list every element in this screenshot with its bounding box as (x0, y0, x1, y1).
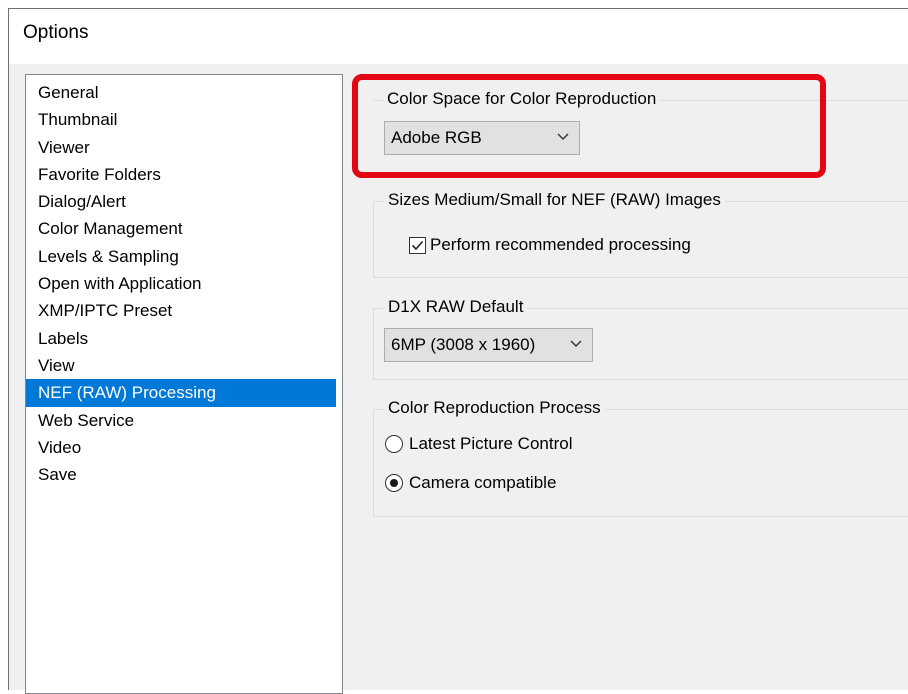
d1x-value: 6MP (3008 x 1960) (391, 335, 536, 354)
title-bar-top-line (9, 8, 908, 9)
sidebar-item-thumbnail[interactable]: Thumbnail (26, 106, 342, 133)
camera-compatible-radio[interactable]: Camera compatible (385, 473, 556, 493)
sidebar-item-levels-sampling[interactable]: Levels & Sampling (26, 243, 342, 270)
d1x-raw-default-dropdown[interactable]: 6MP (3008 x 1960) (384, 328, 593, 362)
sidebar-item-favorite-folders[interactable]: Favorite Folders (26, 161, 342, 188)
sidebar-item-web-service[interactable]: Web Service (26, 407, 342, 434)
chevron-down-icon (570, 340, 582, 347)
checkbox-box[interactable] (409, 236, 426, 254)
chevron-down-icon (557, 133, 569, 140)
checkbox-label: Perform recommended processing (430, 235, 691, 254)
radio-button[interactable] (385, 435, 403, 453)
sidebar-item-general[interactable]: General (26, 79, 342, 106)
options-content: General Thumbnail Viewer Favorite Folder… (9, 64, 908, 694)
color-space-dropdown[interactable]: Adobe RGB (384, 121, 580, 155)
sidebar-item-nef-raw-processing[interactable]: NEF (RAW) Processing (26, 379, 336, 407)
sidebar-item-view[interactable]: View (26, 352, 342, 379)
sidebar-item-dialog-alert[interactable]: Dialog/Alert (26, 188, 342, 215)
sidebar-item-color-management[interactable]: Color Management (26, 215, 342, 242)
radio-button[interactable] (385, 474, 403, 492)
latest-picture-control-radio[interactable]: Latest Picture Control (385, 434, 572, 454)
sizes-caption: Sizes Medium/Small for NEF (RAW) Images (384, 190, 725, 210)
color-space-caption: Color Space for Color Reproduction (383, 89, 661, 109)
sidebar-item-viewer[interactable]: Viewer (26, 134, 342, 161)
sidebar-item-xmp-iptc-preset[interactable]: XMP/IPTC Preset (26, 297, 342, 324)
window-title: Options (23, 22, 89, 43)
category-list[interactable]: General Thumbnail Viewer Favorite Folder… (25, 74, 343, 694)
color-space-value: Adobe RGB (391, 128, 482, 147)
color-space-group: Color Space for Color Reproduction (373, 89, 908, 109)
sidebar-item-open-with-application[interactable]: Open with Application (26, 270, 342, 297)
sidebar-item-labels[interactable]: Labels (26, 325, 342, 352)
sidebar-item-video[interactable]: Video (26, 434, 342, 461)
radio-label: Latest Picture Control (409, 434, 573, 453)
radio-label: Camera compatible (409, 473, 557, 492)
color-reproduction-group: Color Reproduction Process (373, 398, 908, 517)
sidebar-item-save[interactable]: Save (26, 461, 342, 488)
color-reproduction-caption: Color Reproduction Process (384, 398, 605, 418)
checkmark-icon (411, 240, 424, 250)
title-bar: Options (9, 0, 908, 64)
perform-recommended-processing-checkbox[interactable]: Perform recommended processing (409, 235, 691, 255)
d1x-caption: D1X RAW Default (384, 297, 528, 317)
